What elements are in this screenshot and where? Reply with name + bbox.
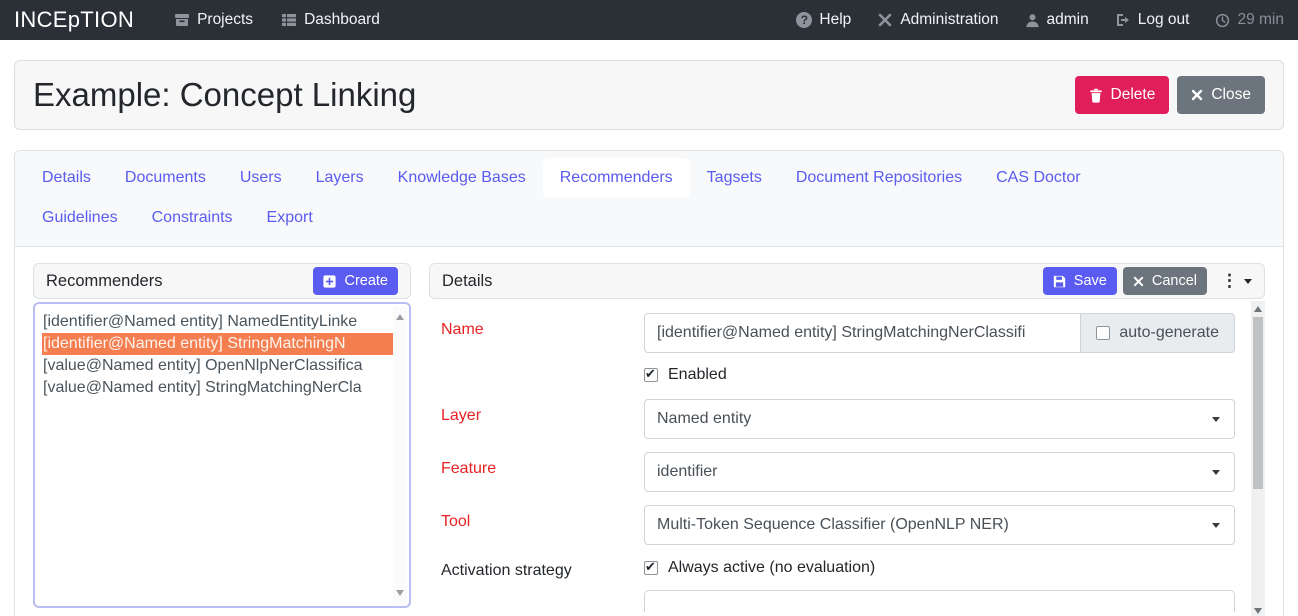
tab-layers[interactable]: Layers <box>299 158 381 198</box>
name-input[interactable] <box>644 313 1081 353</box>
user-icon <box>1025 13 1040 28</box>
more-actions-menu[interactable]: ⋮ <box>1221 271 1252 291</box>
recommender-list-item-selected[interactable]: [identifier@Named entity] StringMatching… <box>42 333 393 355</box>
tab-constraints[interactable]: Constraints <box>135 198 250 238</box>
create-button[interactable]: Create <box>313 267 398 295</box>
kebab-icon: ⋮ <box>1221 271 1238 291</box>
details-panel-header: Details Save Cancel ⋮ <box>429 263 1265 299</box>
nav-projects-label: Projects <box>197 11 253 29</box>
enabled-checkbox[interactable] <box>644 368 658 382</box>
listbox-scrollbar[interactable] <box>393 306 407 604</box>
scroll-down-icon[interactable] <box>1254 608 1262 614</box>
scroll-up-icon[interactable] <box>1254 306 1262 312</box>
plus-square-icon <box>323 275 336 288</box>
tab-document-repositories[interactable]: Document Repositories <box>779 158 979 198</box>
tool-label: Tool <box>441 505 644 531</box>
recommender-list-item[interactable]: [value@Named entity] OpenNlpNerClassific… <box>42 355 393 377</box>
nav-user-label: admin <box>1047 11 1089 29</box>
tab-recommenders[interactable]: Recommenders <box>543 158 690 198</box>
enabled-label: Enabled <box>668 366 727 384</box>
auto-generate-checkbox[interactable] <box>1096 326 1110 340</box>
cancel-button-label: Cancel <box>1152 273 1197 289</box>
nav-logout-label: Log out <box>1138 11 1190 29</box>
dashboard-icon <box>281 12 297 28</box>
logout-icon <box>1115 12 1131 28</box>
nav-help[interactable]: ? Help <box>796 11 851 29</box>
chevron-down-icon <box>1212 523 1220 528</box>
tab-details[interactable]: Details <box>25 158 108 198</box>
tab-export[interactable]: Export <box>250 198 330 238</box>
layer-select-value: Named entity <box>657 410 751 428</box>
always-active-label: Always active (no evaluation) <box>668 559 875 577</box>
nav-dashboard-label: Dashboard <box>304 11 380 29</box>
app-brand[interactable]: INCEpTION <box>14 7 134 33</box>
recommenders-panel-header: Recommenders Create <box>33 263 411 299</box>
tab-cas-doctor[interactable]: CAS Doctor <box>979 158 1097 198</box>
tab-documents[interactable]: Documents <box>108 158 223 198</box>
recommender-list-item[interactable]: [value@Named entity] StringMatchingNerCl… <box>42 377 393 399</box>
top-navbar: INCEpTION Projects Dashboard ? Help Admi… <box>0 0 1298 40</box>
trash-icon <box>1089 88 1103 103</box>
nav-administration[interactable]: Administration <box>877 11 998 29</box>
details-scrollbar[interactable] <box>1251 301 1265 616</box>
nav-logout[interactable]: Log out <box>1115 11 1190 29</box>
tab-knowledge-bases[interactable]: Knowledge Bases <box>381 158 543 198</box>
clock-icon <box>1215 13 1230 28</box>
chevron-down-icon <box>1212 470 1220 475</box>
close-button-label: Close <box>1211 86 1251 104</box>
cancel-x-icon <box>1133 276 1144 287</box>
feature-select[interactable]: identifier <box>644 452 1235 492</box>
tab-guidelines[interactable]: Guidelines <box>25 198 135 238</box>
always-active-checkbox[interactable] <box>644 561 658 575</box>
recommenders-listbox[interactable]: [identifier@Named entity] NamedEntityLin… <box>33 302 411 608</box>
tab-tagsets[interactable]: Tagsets <box>690 158 779 198</box>
close-button[interactable]: Close <box>1177 76 1265 114</box>
tab-users[interactable]: Users <box>223 158 299 198</box>
project-header: Example: Concept Linking Delete Close <box>14 60 1284 130</box>
layer-label: Layer <box>441 399 644 425</box>
details-panel-title: Details <box>442 272 492 291</box>
tab-bar: Details Documents Users Layers Knowledge… <box>15 151 1283 247</box>
session-timer: 29 min <box>1215 11 1284 29</box>
create-button-label: Create <box>344 273 388 289</box>
help-icon: ? <box>796 12 812 28</box>
close-icon <box>1191 89 1203 101</box>
scroll-down-icon[interactable] <box>396 590 404 596</box>
session-timer-value: 29 min <box>1237 11 1284 29</box>
nav-projects[interactable]: Projects <box>174 11 253 29</box>
layer-select[interactable]: Named entity <box>644 399 1235 439</box>
name-label: Name <box>441 313 644 339</box>
tools-icon <box>877 12 893 28</box>
nav-dashboard[interactable]: Dashboard <box>281 11 380 29</box>
projects-icon <box>174 12 190 28</box>
delete-button-label: Delete <box>1111 86 1156 104</box>
activation-strategy-label: Activation strategy <box>441 558 644 580</box>
scroll-up-icon[interactable] <box>396 314 404 320</box>
next-field-partial-control[interactable] <box>644 590 1235 612</box>
chevron-down-icon <box>1244 279 1252 284</box>
save-button[interactable]: Save <box>1043 267 1117 295</box>
nav-administration-label: Administration <box>900 11 998 29</box>
settings-card: Details Documents Users Layers Knowledge… <box>14 150 1284 616</box>
save-button-label: Save <box>1074 273 1107 289</box>
tool-select[interactable]: Multi-Token Sequence Classifier (OpenNLP… <box>644 505 1235 545</box>
nav-help-label: Help <box>819 11 851 29</box>
tool-select-value: Multi-Token Sequence Classifier (OpenNLP… <box>657 516 1009 534</box>
auto-generate-addon: auto-generate <box>1081 313 1235 353</box>
feature-select-value: identifier <box>657 463 717 481</box>
chevron-down-icon <box>1212 417 1220 422</box>
delete-button[interactable]: Delete <box>1075 76 1170 114</box>
save-icon <box>1053 275 1066 288</box>
details-form: Name auto-generate <box>429 301 1265 616</box>
scrollbar-thumb[interactable] <box>1253 317 1263 489</box>
recommender-list-item[interactable]: [identifier@Named entity] NamedEntityLin… <box>42 311 393 333</box>
recommenders-panel-title: Recommenders <box>46 272 162 291</box>
nav-user[interactable]: admin <box>1025 11 1089 29</box>
auto-generate-label: auto-generate <box>1119 324 1219 342</box>
page-title: Example: Concept Linking <box>33 76 416 114</box>
cancel-button[interactable]: Cancel <box>1123 267 1207 295</box>
feature-label: Feature <box>441 452 644 478</box>
